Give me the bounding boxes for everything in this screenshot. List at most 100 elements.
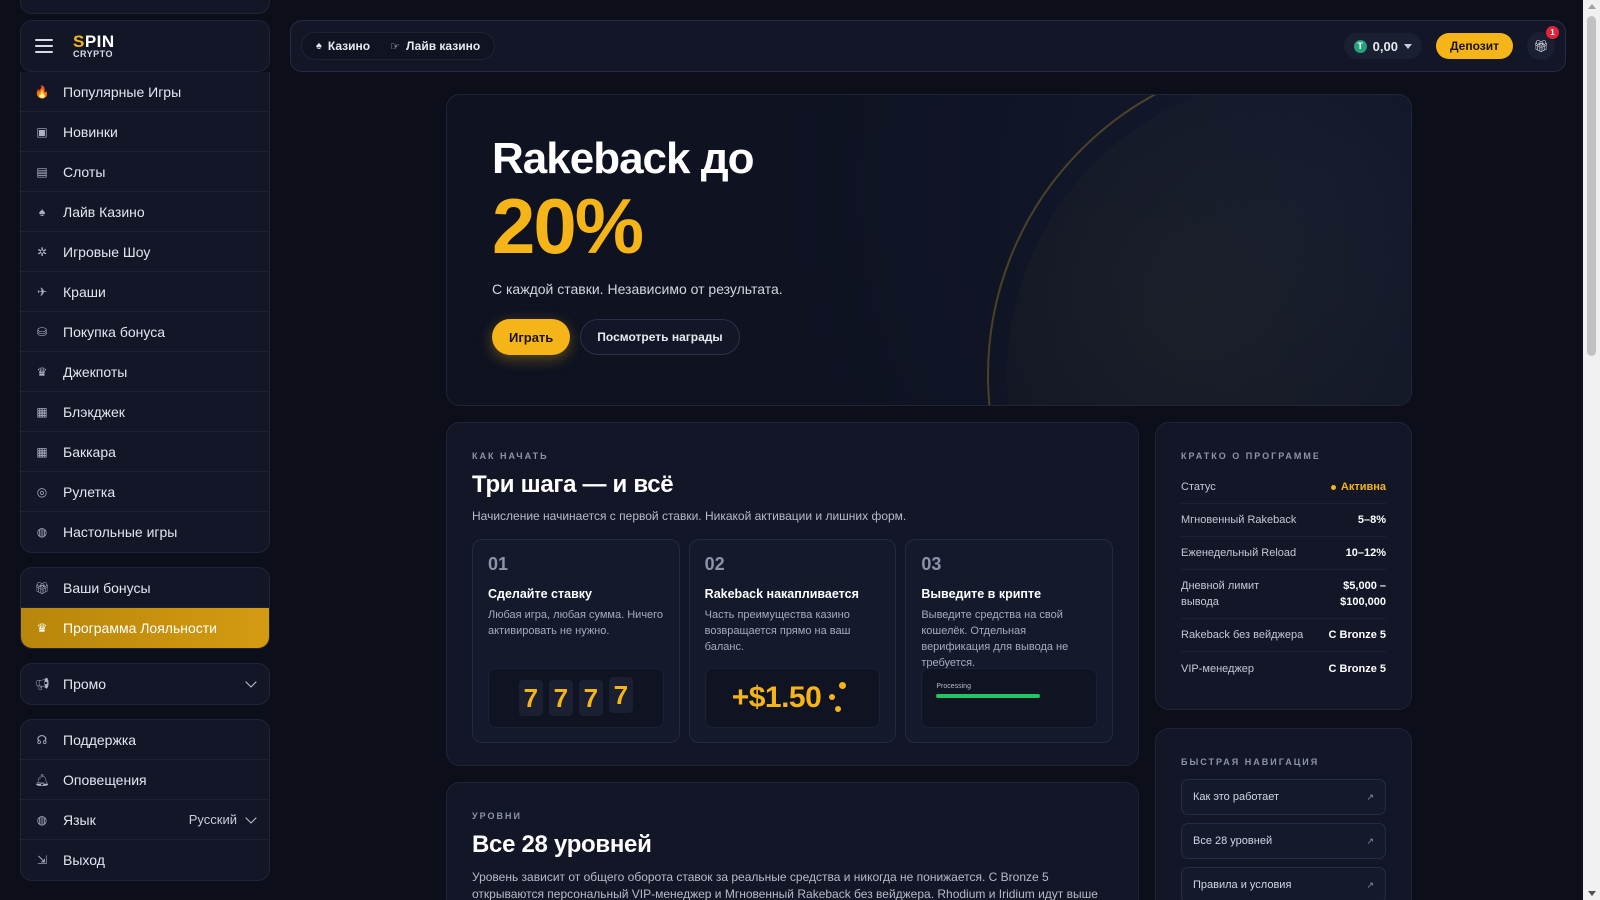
hero-banner: Rakeback до 20% С каждой ставки. Независ… (446, 94, 1412, 406)
scroll-down-arrow-icon[interactable] (1588, 891, 1596, 896)
sidebar-item-label: Язык (63, 811, 96, 828)
blackjack-icon: ▦ (36, 404, 48, 419)
tab-casino[interactable]: ♠ Казино (306, 39, 380, 53)
sidebar-item-label: Новинки (63, 123, 118, 140)
section-description: Уровень зависит от общего оборота ставок… (472, 870, 1098, 900)
sidebar-item-label: Лайв Казино (63, 203, 145, 220)
section-description: Начисление начинается с первой ставки. Н… (472, 509, 907, 523)
megaphone-icon: 📢︎ (34, 677, 50, 691)
sidebar-item-label: Блэкджек (63, 403, 125, 420)
processing-label: Processing (936, 683, 971, 690)
sidebar-item-table-games[interactable]: ◍ Настольные игры (21, 512, 269, 552)
quick-nav-label: Правила и условия (1193, 879, 1292, 891)
slot-reel: 7 (518, 680, 543, 716)
view-rewards-button[interactable]: Посмотреть награды (580, 319, 740, 355)
step-number: 02 (704, 554, 725, 574)
sidebar-item-label: Поддержка (63, 731, 137, 748)
status-badge: Активна (1331, 479, 1386, 495)
balance-selector[interactable]: T 0,00 (1343, 33, 1422, 59)
sidebar-item-slots[interactable]: ▤ Слоты (21, 152, 269, 192)
bell-icon: 🔔︎ (34, 772, 50, 787)
hero-arc-decoration (987, 95, 1411, 405)
step-card-3: 03 Выведите в крипте Выведите средства н… (905, 539, 1114, 743)
sidebar-item-support[interactable]: ☊ Поддержка (21, 720, 269, 760)
logo[interactable]: SPIN CRYPTO (73, 33, 115, 59)
gift-button[interactable]: 🎁︎ 1 (1527, 26, 1559, 60)
sidebar-item-label: Программа Лояльности (63, 620, 218, 636)
quick-nav-label: Все 28 уровней (1193, 835, 1273, 847)
sidebar-item-language[interactable]: ◍ Язык Русский (21, 800, 269, 840)
category-tabs: ♠ Казино ☞ Лайв казино (301, 32, 496, 60)
summary-row: Еженедельный Reload 10–12% (1181, 537, 1386, 570)
sidebar-item-label: Джекпоты (63, 363, 128, 380)
sidebar-item-roulette[interactable]: ◎ Рулетка (21, 472, 269, 512)
deposit-button[interactable]: Депозит (1435, 33, 1513, 59)
section-eyebrow: УРОВНИ (472, 811, 522, 821)
promo-menu: 📢︎ Промо (20, 663, 270, 705)
table-games-icon: ◍ (36, 525, 48, 539)
sidebar-item-new[interactable]: ▣ Новинки (21, 112, 269, 152)
sidebar-item-bonus-buy[interactable]: ⛁ Покупка бонуса (21, 312, 269, 352)
sidebar-item-plane[interactable]: ✈ Краши (21, 272, 269, 312)
sidebar-item-fire[interactable]: 🔥 Популярные Игры (21, 72, 269, 112)
sidebar-item-notifications[interactable]: 🔔︎ Оповещения (21, 760, 269, 800)
slot-reel: 7 (608, 677, 633, 713)
quick-navigation-card: БЫСТРАЯ НАВИГАЦИЯ Как это работает ↗ Все 2… (1155, 728, 1412, 900)
new-icon: ▣ (36, 124, 48, 139)
top-bar: ♠ Казино ☞ Лайв казино T 0,00 Депозит 🎁︎… (290, 20, 1566, 72)
sidebar-item-label: Настольные игры (63, 524, 178, 540)
slot-machine-visual: 7 7 7 7 (488, 668, 664, 728)
language-select[interactable]: Русский (189, 811, 257, 827)
jackpot-icon: ♛ (36, 364, 48, 379)
bonus-menu: 🎁︎ Ваши бонусы ♛ Программа Лояльности (20, 567, 270, 649)
sidebar-item-label: Популярные Игры (63, 83, 182, 100)
sidebar-item-label: Краши (63, 283, 106, 300)
sidebar-item-promo[interactable]: 📢︎ Промо (21, 664, 269, 704)
quick-nav-link[interactable]: Как это работает ↗ (1181, 779, 1386, 815)
live-casino-icon: ☞ (390, 40, 400, 53)
headset-icon: ☊ (36, 732, 48, 747)
chevron-down-icon (245, 811, 257, 824)
chevron-down-icon (245, 676, 257, 688)
sidebar-item-live-casino[interactable]: ♠ Лайв Казино (21, 192, 269, 232)
step-number: 01 (488, 554, 509, 574)
crown-icon: ♛ (36, 621, 48, 635)
casino-icon: ♠ (316, 40, 322, 52)
roulette-icon: ◎ (36, 484, 48, 499)
caret-down-icon (1403, 43, 1412, 49)
sidebar-item-blackjack[interactable]: ▦ Блэкджек (21, 392, 269, 432)
tab-live-casino[interactable]: ☞ Лайв казино (380, 39, 490, 53)
rakeback-amount: +$1.50 (731, 681, 822, 714)
step-title: Rakeback накапливается (704, 587, 859, 601)
sidebar-item-baccarat[interactable]: ▦ Баккара (21, 432, 269, 472)
summary-value: 5–8% (1357, 514, 1386, 526)
logout-icon: ⇲ (36, 853, 48, 867)
hero-percent: 20% (492, 182, 644, 270)
sidebar-item-label: Баккара (63, 443, 116, 460)
sidebar-item-label: Выход (63, 852, 105, 868)
menu-icon[interactable] (35, 39, 53, 53)
external-arrow-icon: ↗ (1366, 835, 1374, 846)
play-button[interactable]: Играть (492, 319, 571, 355)
sidebar-item-jackpot[interactable]: ♛ Джекпоты (21, 352, 269, 392)
scroll-up-arrow-icon[interactable] (1588, 4, 1596, 9)
summary-value: С Bronze 5 (1328, 629, 1386, 641)
sidebar-item-bonuses[interactable]: 🎁︎ Ваши бонусы (21, 568, 269, 608)
quick-nav-link[interactable]: Правила и условия ↗ (1181, 867, 1386, 900)
processing-progress-bar (936, 694, 1041, 698)
sidebar-item-game-show[interactable]: ✲ Игровые Шоу (21, 232, 269, 272)
step-title: Сделайте ставку (488, 587, 592, 601)
section-title: Три шага — и всё (472, 471, 674, 498)
sidebar-header: SPIN CRYPTO (20, 20, 270, 72)
quick-nav-link[interactable]: Все 28 уровней ↗ (1181, 823, 1386, 859)
sidebar-item-label: Оповещения (63, 771, 147, 788)
summary-row: Мгновенный Rakeback 5–8% (1181, 504, 1386, 537)
slot-reel: 7 (548, 680, 573, 716)
scrollbar-thumb[interactable] (1587, 16, 1596, 356)
sidebar-item-logout[interactable]: ⇲ Выход (21, 840, 269, 880)
section-eyebrow: БЫСТРАЯ НАВИГАЦИЯ (1181, 757, 1320, 767)
sidebar-item-loyalty[interactable]: ♛ Программа Лояльности (21, 608, 269, 648)
page-scrollbar[interactable] (1583, 0, 1600, 900)
step-description: Любая игра, любая сумма. Ничего активиро… (488, 609, 664, 637)
withdrawal-processing-visual: Processing (921, 668, 1098, 728)
